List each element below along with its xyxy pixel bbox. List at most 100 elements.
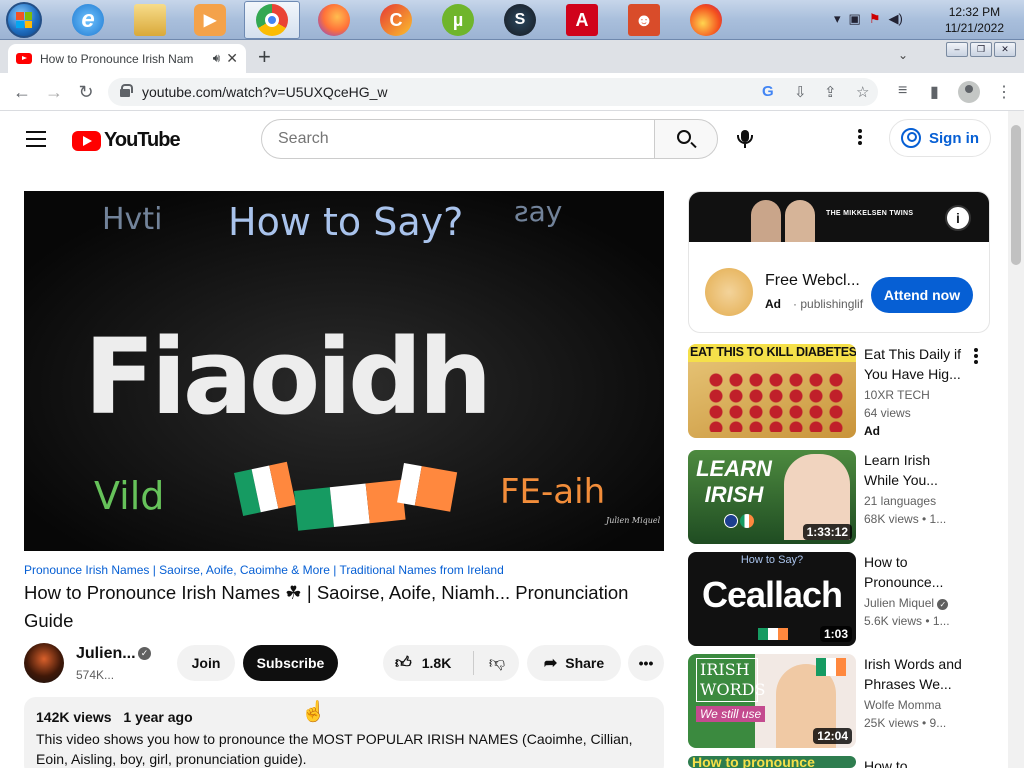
recommendation-title: Irish Words and Phrases We...	[864, 656, 962, 692]
back-arrow-icon[interactable]: ←	[12, 82, 32, 102]
recommendation-thumbnail[interactable]: LEARN IRISH 1:33:12	[688, 450, 856, 544]
taskbar-utorrent[interactable]: µ	[430, 1, 486, 39]
url-text[interactable]: youtube.com/watch?v=U5UXQceHG_w	[142, 84, 388, 100]
reload-icon[interactable]: ↻	[76, 82, 96, 102]
verified-check-icon: ✓	[138, 647, 151, 660]
ccleaner-icon: C	[380, 4, 412, 36]
thumb-caption: EAT THIS TO KILL DIABETES	[690, 345, 856, 359]
recommendation-title: How to Pronounce...	[864, 554, 944, 590]
tray-expand-icon[interactable]: ▾	[834, 11, 841, 27]
browser-tab[interactable]: How to Pronounce Irish Nam 🔊︎ ✕	[8, 44, 246, 73]
volume-icon[interactable]: ◀)	[888, 11, 902, 27]
video-hashtags[interactable]: Pronounce Irish Names | Saoirse, Aoife, …	[24, 563, 504, 577]
page-scrollbar[interactable]	[1008, 111, 1024, 768]
bookmark-star-icon[interactable]: ☆	[856, 83, 869, 101]
system-clock[interactable]: 12:32 PM 11/21/2022	[945, 4, 1004, 36]
thumb-top-left-text: Hvti	[102, 202, 162, 237]
side-panel-icon[interactable]: ▮	[930, 82, 939, 102]
share-page-icon[interactable]: ⇪	[824, 83, 837, 101]
tab-search-chevron-icon[interactable]: ⌄	[898, 48, 908, 62]
install-app-icon[interactable]: ⇩	[794, 83, 807, 101]
like-button[interactable]: 👍︎ 1.8K	[383, 645, 473, 681]
youtube-logo[interactable]: YouTube	[72, 129, 181, 152]
forward-arrow-icon[interactable]: →	[44, 82, 64, 102]
view-count: 142K views	[36, 709, 112, 725]
chrome-menu-icon[interactable]: ⋮	[996, 82, 1012, 102]
ad-advertiser-avatar[interactable]	[705, 268, 753, 316]
recommendation-channel: 10XR TECH	[864, 388, 930, 402]
google-translate-icon[interactable]: G	[762, 83, 774, 100]
profile-avatar-icon[interactable]	[958, 81, 980, 103]
recommendation-thumbnail[interactable]: IRISH WORDS We still use 12:04	[688, 654, 856, 748]
media-controls-icon[interactable]: ≡	[898, 82, 907, 100]
acrobat-icon: A	[566, 4, 598, 36]
join-button[interactable]: Join	[177, 645, 235, 681]
recommendation-item[interactable]: IRISH WORDS We still use 12:04 Irish Wor…	[688, 654, 990, 748]
search-button[interactable]	[654, 119, 718, 159]
flag-alert-icon[interactable]: ⚑	[869, 11, 881, 27]
taskbar-media-player[interactable]: ▶	[182, 1, 238, 39]
network-icon[interactable]: ▣	[849, 11, 861, 27]
close-window-button[interactable]: ✕	[994, 42, 1016, 57]
more-actions-button[interactable]: •••	[628, 645, 664, 681]
utorrent-icon: µ	[442, 4, 474, 36]
voice-search-button[interactable]	[728, 119, 764, 159]
attend-now-button[interactable]: Attend now	[871, 277, 973, 313]
sign-in-label: Sign in	[929, 129, 979, 147]
sign-in-button[interactable]: Sign in	[889, 119, 991, 157]
settings-more-icon[interactable]	[852, 129, 868, 149]
recommendation-item[interactable]: How to pronounce How to	[688, 756, 990, 768]
like-dislike-group: 👍︎ 1.8K 👎︎	[383, 645, 519, 681]
ad-badge: Ad	[765, 297, 781, 311]
close-tab-icon[interactable]: ✕	[226, 50, 238, 67]
search-icon	[677, 130, 691, 144]
taskbar-file-explorer[interactable]	[122, 1, 178, 39]
address-bar[interactable]: youtube.com/watch?v=U5UXQceHG_w G ⇩ ⇪ ☆	[108, 78, 878, 106]
sidebar-ad-card[interactable]: THE MIKKELSEN TWINS i Free Webcl... Ad ·…	[688, 191, 990, 333]
recommendation-thumbnail[interactable]: How to pronounce	[688, 756, 856, 768]
thumbs-down-icon: 👎︎	[488, 654, 506, 672]
restore-button[interactable]: ❐	[970, 42, 992, 57]
dislike-button[interactable]: 👎︎	[475, 645, 519, 681]
description-box[interactable]: 142K views 1 year ago This video shows y…	[24, 697, 664, 768]
ad-info-icon[interactable]: i	[945, 205, 971, 231]
new-tab-button[interactable]: +	[258, 46, 271, 68]
recommendation-item[interactable]: How to Say? Ceallach 1:03 How to Pronoun…	[688, 552, 990, 646]
video-player[interactable]: Hvti How to Say? ƨay Fiaoidh Vild FE-aih…	[24, 191, 664, 551]
taskbar-chrome[interactable]	[244, 1, 300, 39]
video-frame: Hvti How to Say? ƨay Fiaoidh Vild FE-aih…	[24, 191, 664, 551]
recommendation-views: 68K views • 1...	[864, 512, 947, 526]
youtube-header: YouTube Sign in	[0, 111, 1008, 167]
search-input[interactable]	[262, 120, 622, 158]
subscribe-button[interactable]: Subscribe	[243, 645, 338, 681]
ad-title[interactable]: Free Webcl...	[765, 272, 860, 290]
channel-name[interactable]: Julien...	[76, 645, 136, 663]
minimize-button[interactable]: –	[946, 42, 968, 57]
taskbar-firefox-alt[interactable]	[678, 1, 734, 39]
lock-icon[interactable]	[120, 84, 133, 97]
recommendation-thumbnail[interactable]: How to Say? Ceallach 1:03	[688, 552, 856, 646]
verified-check-icon: ✓	[937, 599, 949, 610]
hamburger-menu-icon[interactable]	[26, 131, 46, 147]
channel-avatar[interactable]	[24, 643, 64, 683]
thumb-bottom-right-text: FE-aih	[500, 472, 605, 512]
ad-banner-image[interactable]: THE MIKKELSEN TWINS i	[689, 192, 989, 242]
thumbs-up-icon: 👍︎	[395, 654, 412, 672]
search-box	[261, 119, 655, 159]
recommendation-menu-icon[interactable]	[972, 348, 980, 366]
ad-banner-text: THE MIKKELSEN TWINS	[826, 210, 914, 217]
recommendation-item[interactable]: EAT THIS TO KILL DIABETES Eat This Daily…	[688, 344, 990, 438]
windows-taskbar: e ▶ C µ S A ☻ ▾ ▣ ⚑ ◀) 12:32 PM 11/21/20…	[0, 0, 1024, 40]
taskbar-paint-app[interactable]: ☻	[616, 1, 672, 39]
audio-playing-icon[interactable]: 🔊︎	[213, 51, 221, 66]
share-button[interactable]: ➦ Share	[527, 645, 621, 681]
taskbar-ie[interactable]: e	[60, 1, 116, 39]
taskbar-steam[interactable]: S	[492, 1, 548, 39]
scrollbar-thumb[interactable]	[1011, 125, 1021, 265]
recommendation-item[interactable]: LEARN IRISH 1:33:12 Learn Irish While Yo…	[688, 450, 990, 544]
start-button[interactable]	[6, 2, 42, 38]
taskbar-acrobat[interactable]: A	[554, 1, 610, 39]
taskbar-ccleaner[interactable]: C	[368, 1, 424, 39]
taskbar-firefox[interactable]	[306, 1, 362, 39]
recommendation-thumbnail[interactable]: EAT THIS TO KILL DIABETES	[688, 344, 856, 438]
